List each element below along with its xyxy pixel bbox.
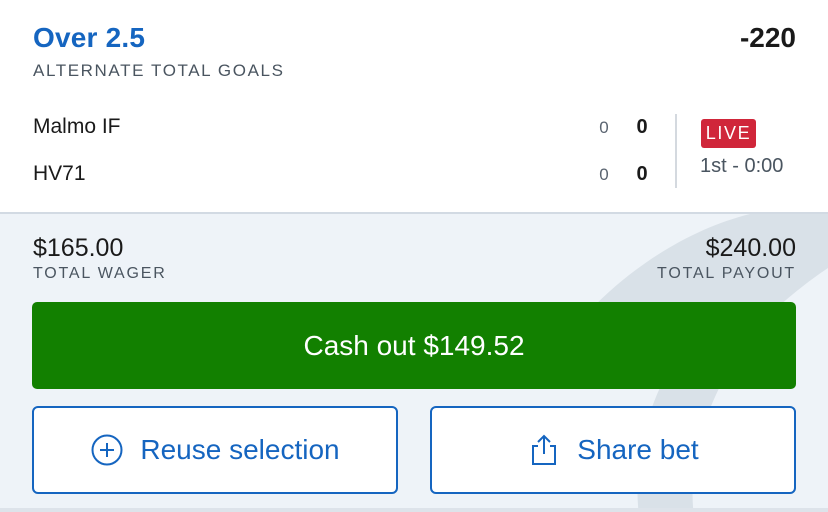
total-payout-label: TOTAL PAYOUT bbox=[657, 265, 796, 282]
team-away-total-score: 0 bbox=[636, 163, 648, 185]
team-name-away: HV71 bbox=[33, 162, 86, 185]
live-badge: LIVE bbox=[701, 119, 756, 148]
plus-circle-icon bbox=[90, 433, 124, 467]
bet-header-panel: Over 2.5 -220 ALTERNATE TOTAL GOALS Malm… bbox=[0, 0, 828, 212]
total-wager-amount: $165.00 bbox=[33, 234, 124, 262]
team-away-period-score: 0 bbox=[599, 165, 609, 184]
bet-market-label: ALTERNATE TOTAL GOALS bbox=[33, 61, 285, 80]
share-bet-label: Share bet bbox=[577, 434, 699, 465]
team-name-home: Malmo IF bbox=[33, 115, 121, 138]
bet-selection-title: Over 2.5 bbox=[33, 22, 146, 53]
team-home-total-score: 0 bbox=[636, 116, 648, 138]
share-icon bbox=[527, 433, 561, 467]
reuse-selection-label: Reuse selection bbox=[140, 434, 340, 465]
score-divider bbox=[675, 114, 677, 188]
total-payout-amount: $240.00 bbox=[705, 234, 796, 262]
share-bet-button[interactable]: Share bet bbox=[430, 406, 796, 494]
reuse-selection-button[interactable]: Reuse selection bbox=[32, 406, 398, 494]
period-clock: 1st - 0:00 bbox=[700, 155, 784, 177]
bet-odds: -220 bbox=[739, 22, 796, 53]
total-wager-label: TOTAL WAGER bbox=[33, 265, 167, 282]
team-home-period-score: 0 bbox=[599, 118, 609, 137]
card-bottom-edge bbox=[0, 508, 828, 512]
bet-summary-panel: $165.00 TOTAL WAGER $240.00 TOTAL PAYOUT… bbox=[0, 212, 828, 512]
cash-out-button[interactable]: Cash out $149.52 bbox=[32, 302, 796, 389]
